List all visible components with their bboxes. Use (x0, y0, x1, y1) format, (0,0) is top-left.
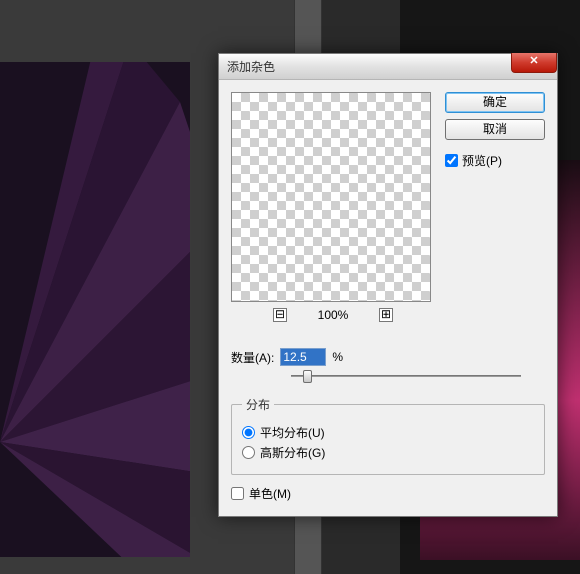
amount-input[interactable] (280, 348, 326, 366)
canvas (0, 62, 190, 557)
artwork-shape (0, 62, 190, 557)
distribution-fieldset: 分布 平均分布(U) 高斯分布(G) (231, 396, 545, 475)
add-noise-dialog: 添加杂色 ✕ ⊟ 100% ⊞ 确定 取消 预览(P) (218, 53, 558, 517)
amount-label: 数量(A): (231, 349, 274, 366)
zoom-controls: ⊟ 100% ⊞ (231, 308, 435, 322)
monochrome-label: 单色(M) (249, 485, 291, 502)
gaussian-radio[interactable] (242, 446, 255, 459)
slider-track (291, 375, 521, 377)
gaussian-label: 高斯分布(G) (260, 444, 325, 461)
amount-row: 数量(A): % (231, 348, 545, 366)
distribution-option-gaussian[interactable]: 高斯分布(G) (242, 444, 534, 461)
dialog-title: 添加杂色 (227, 58, 275, 75)
uniform-label: 平均分布(U) (260, 424, 325, 441)
uniform-radio[interactable] (242, 426, 255, 439)
zoom-value: 100% (313, 308, 353, 322)
preview-label: 预览(P) (462, 152, 502, 169)
amount-unit: % (332, 350, 343, 364)
preview-checkbox-row[interactable]: 预览(P) (445, 152, 545, 169)
slider-thumb[interactable] (303, 370, 312, 383)
zoom-in-button[interactable]: ⊞ (379, 308, 393, 322)
close-button[interactable]: ✕ (511, 53, 557, 73)
dialog-titlebar[interactable]: 添加杂色 ✕ (219, 54, 557, 80)
monochrome-row[interactable]: 单色(M) (231, 485, 545, 502)
ok-button[interactable]: 确定 (445, 92, 545, 113)
distribution-option-uniform[interactable]: 平均分布(U) (242, 424, 534, 441)
cancel-button[interactable]: 取消 (445, 119, 545, 140)
distribution-legend: 分布 (242, 396, 274, 413)
preview-image[interactable] (231, 92, 431, 302)
monochrome-checkbox[interactable] (231, 487, 244, 500)
preview-checkbox[interactable] (445, 154, 458, 167)
amount-slider[interactable] (291, 368, 521, 384)
zoom-out-button[interactable]: ⊟ (273, 308, 287, 322)
dialog-body: ⊟ 100% ⊞ 确定 取消 预览(P) 数量(A): % (219, 80, 557, 516)
